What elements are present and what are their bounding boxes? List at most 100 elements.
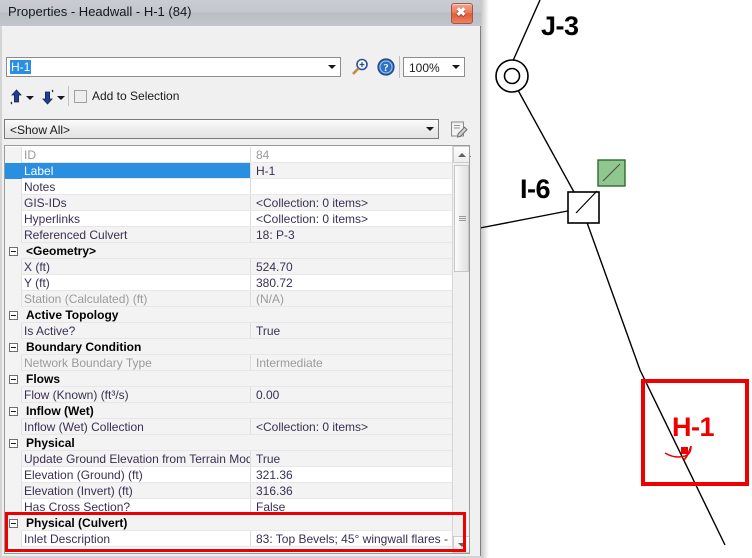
property-name: Y (ft)	[5, 275, 250, 291]
property-row[interactable]: Has Cross Section?False	[5, 499, 453, 515]
property-row[interactable]: Inlet Description83: Top Bevels; 45° win…	[5, 531, 453, 547]
property-value[interactable]: 18: P-3	[251, 227, 453, 243]
property-name: Update Ground Elevation from Terrain Mod…	[5, 451, 250, 467]
property-value[interactable]: <Collection: 0 items>	[251, 195, 453, 211]
property-row[interactable]: Network Boundary TypeIntermediate	[5, 355, 453, 371]
property-value[interactable]: <Collection: 0 items>	[251, 419, 453, 435]
edit-filter-icon[interactable]	[449, 119, 469, 139]
arrow-down-dropdown-icon[interactable]	[57, 96, 65, 100]
row-rule	[22, 546, 453, 547]
canvas-label-junction: J-3	[541, 11, 579, 42]
magnifier-plus-icon[interactable]	[350, 57, 372, 77]
headwall-node-marker	[681, 447, 688, 454]
property-row[interactable]: Elevation (Invert) (ft)316.36	[5, 483, 453, 499]
property-name: Referenced Culvert	[5, 227, 250, 243]
property-category-row[interactable]: Active Topology	[5, 307, 453, 323]
property-value[interactable]: 84	[251, 147, 453, 163]
property-value[interactable]: 316.36	[251, 483, 453, 499]
property-category-label: Active Topology	[5, 307, 453, 323]
property-category-label: Physical (Culvert)	[5, 515, 453, 531]
property-category-row[interactable]: Boundary Condition	[5, 339, 453, 355]
property-row[interactable]: Inflow (Wet) Collection<Collection: 0 it…	[5, 419, 453, 435]
property-category-label: Boundary Condition	[5, 339, 453, 355]
property-row[interactable]: X (ft)524.70	[5, 259, 453, 275]
property-value[interactable]: 83: Top Bevels; 45° wingwall flares - of…	[251, 531, 453, 547]
property-category-row[interactable]: <Geometry>	[5, 243, 453, 259]
chevron-down-icon[interactable]	[447, 58, 464, 76]
property-name: Network Boundary Type	[5, 355, 250, 371]
property-row[interactable]: Referenced Culvert18: P-3	[5, 227, 453, 243]
scrollbar-thumb[interactable]	[454, 165, 469, 272]
svg-text:?: ?	[383, 62, 389, 74]
property-row[interactable]: Notes	[5, 179, 453, 195]
property-category-label: Physical	[5, 435, 453, 451]
property-value[interactable]: Intermediate	[251, 355, 453, 371]
property-row[interactable]: LabelH-1	[5, 163, 453, 179]
property-name: ID	[5, 147, 250, 163]
property-name: Elevation (Invert) (ft)	[5, 483, 250, 499]
property-row[interactable]: Update Ground Elevation from Terrain Mod…	[5, 451, 453, 467]
arrow-up-blue-icon[interactable]	[9, 89, 24, 105]
property-value[interactable]: True	[251, 323, 453, 339]
property-grid[interactable]: ID84LabelH-1NotesGIS-IDs<Collection: 0 i…	[4, 145, 470, 554]
property-name: Flow (Known) (ft³/s)	[5, 387, 250, 403]
property-value[interactable]: False	[251, 499, 453, 515]
scroll-down-icon[interactable]	[453, 536, 470, 553]
property-value[interactable]: 524.70	[251, 259, 453, 275]
property-category-label: Flows	[5, 371, 453, 387]
scroll-up-icon[interactable]	[453, 146, 470, 163]
property-value[interactable]	[251, 179, 453, 195]
zoom-level-combo[interactable]: 100%	[403, 57, 465, 77]
arrow-up-dropdown-icon[interactable]	[26, 96, 34, 100]
canvas-label-headwall: H-1	[672, 412, 714, 443]
property-category-row[interactable]: Physical	[5, 435, 453, 451]
toolbar-separator	[68, 86, 69, 106]
property-name: Has Cross Section?	[5, 499, 250, 515]
property-category-label: Inflow (Wet)	[5, 403, 453, 419]
close-icon: ✖	[452, 3, 470, 22]
toolbar-area: H-1 ?	[0, 26, 480, 142]
property-value[interactable]: 0.00	[251, 387, 453, 403]
toolbar-separator	[399, 56, 400, 78]
inlet-node-box	[568, 192, 599, 223]
element-selector-value: H-1	[10, 60, 31, 74]
add-to-selection-label: Add to Selection	[92, 89, 179, 103]
property-row[interactable]: Station (Calculated) (ft)(N/A)	[5, 291, 453, 307]
property-name: Inflow (Wet) Collection	[5, 419, 250, 435]
property-row[interactable]: Flow (Known) (ft³/s)0.00	[5, 387, 453, 403]
property-value[interactable]: True	[251, 451, 453, 467]
help-question-icon[interactable]: ?	[376, 57, 396, 77]
property-category-row[interactable]: Flows	[5, 371, 453, 387]
property-grid-scrollbar[interactable]	[452, 146, 469, 553]
zoom-level-value: 100%	[409, 61, 440, 75]
arrow-down-blue-icon[interactable]	[40, 89, 55, 105]
add-to-selection-checkbox[interactable]	[74, 90, 87, 103]
property-name: Is Active?	[5, 323, 250, 339]
property-grid-rows: ID84LabelH-1NotesGIS-IDs<Collection: 0 i…	[5, 147, 453, 547]
screen-root: J-3 I-6 H-1 Properties - Headwall - H-1 …	[0, 0, 752, 558]
property-row[interactable]: Y (ft)380.72	[5, 275, 453, 291]
window-titlebar[interactable]: Properties - Headwall - H-1 (84) ✖	[0, 0, 481, 27]
property-name: Inlet Description	[5, 531, 250, 547]
property-value[interactable]: <Collection: 0 items>	[251, 211, 453, 227]
chevron-down-icon[interactable]	[421, 120, 438, 138]
property-name: Station (Calculated) (ft)	[5, 291, 250, 307]
property-row[interactable]: GIS-IDs<Collection: 0 items>	[5, 195, 453, 211]
property-row[interactable]: Hyperlinks<Collection: 0 items>	[5, 211, 453, 227]
property-value[interactable]: (N/A)	[251, 291, 453, 307]
property-row[interactable]: Elevation (Ground) (ft)321.36	[5, 467, 453, 483]
property-value[interactable]: 380.72	[251, 275, 453, 291]
property-row[interactable]: ID84	[5, 147, 453, 163]
property-row[interactable]: Is Active?True	[5, 323, 453, 339]
property-category-row[interactable]: Inflow (Wet)	[5, 403, 453, 419]
property-category-row[interactable]: Physical (Culvert)	[5, 515, 453, 531]
chevron-down-icon[interactable]	[323, 58, 340, 76]
property-name: X (ft)	[5, 259, 250, 275]
property-filter-combo[interactable]: <Show All>	[4, 119, 439, 139]
property-value[interactable]: H-1	[251, 163, 453, 179]
property-value[interactable]: 321.36	[251, 467, 453, 483]
close-button[interactable]: ✖	[451, 3, 473, 24]
element-selector-combo[interactable]: H-1	[6, 57, 341, 77]
properties-window: Properties - Headwall - H-1 (84) ✖ H-1	[0, 0, 481, 558]
window-left-edge	[0, 26, 2, 558]
